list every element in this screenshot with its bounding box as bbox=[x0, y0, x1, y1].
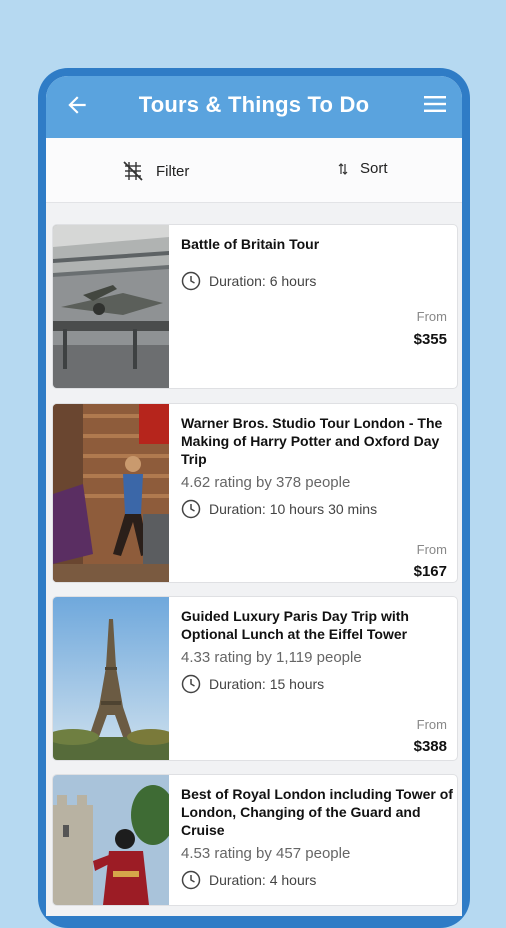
tour-card[interactable]: Warner Bros. Studio Tour London - The Ma… bbox=[52, 403, 458, 583]
price-from-label: From bbox=[416, 309, 447, 324]
tour-title: Best of Royal London including Tower of … bbox=[181, 786, 453, 838]
tour-thumbnail bbox=[53, 775, 169, 905]
price-from-label: From bbox=[416, 717, 447, 732]
price-from-label: From bbox=[416, 542, 447, 557]
tour-card-text: Best of Royal London including Tower of … bbox=[181, 785, 453, 890]
tour-title: Guided Luxury Paris Day Trip with Option… bbox=[181, 608, 409, 642]
tour-card-text: Warner Bros. Studio Tour London - The Ma… bbox=[181, 414, 453, 519]
tour-thumbnail bbox=[53, 404, 169, 582]
app-bar: Tours & Things To Do bbox=[46, 76, 462, 138]
page-title: Tours & Things To Do bbox=[138, 92, 370, 117]
tour-duration: Duration: 10 hours 30 mins bbox=[181, 499, 453, 519]
tour-title: Battle of Britain Tour bbox=[181, 236, 320, 252]
filter-icon bbox=[123, 161, 143, 181]
tour-duration-text: Duration: 15 hours bbox=[209, 676, 325, 692]
clock-icon bbox=[181, 674, 201, 694]
tour-thumbnail bbox=[53, 225, 169, 388]
tour-duration-text: Duration: 6 hours bbox=[209, 273, 317, 289]
sort-icon bbox=[338, 162, 348, 175]
tour-price: $388 bbox=[413, 738, 447, 755]
filter-label: Filter bbox=[156, 162, 190, 180]
tour-duration: Duration: 4 hours bbox=[181, 870, 453, 890]
tour-rating: 4.33 rating by 1,119 people bbox=[181, 649, 362, 666]
clock-icon bbox=[181, 271, 201, 291]
tour-duration-text: Duration: 10 hours 30 mins bbox=[209, 501, 378, 517]
sort-button[interactable]: Sort bbox=[338, 160, 388, 177]
tour-price: $167 bbox=[413, 563, 447, 580]
clock-icon bbox=[181, 870, 201, 890]
tour-card-text: Battle of Britain Tour Duration: 6 hours bbox=[181, 235, 453, 291]
tour-card[interactable]: Guided Luxury Paris Day Trip with Option… bbox=[52, 596, 458, 761]
menu-icon[interactable] bbox=[424, 95, 446, 113]
filter-sort-bar: Filter Sort bbox=[46, 138, 462, 203]
tour-rating: 4.62 rating by 378 people bbox=[181, 474, 351, 491]
tour-duration: Duration: 6 hours bbox=[181, 271, 453, 291]
tour-card-text: Guided Luxury Paris Day Trip with Option… bbox=[181, 607, 453, 694]
clock-icon bbox=[181, 499, 201, 519]
tour-thumbnail bbox=[53, 597, 169, 760]
tour-duration-text: Duration: 4 hours bbox=[209, 872, 317, 888]
filter-button[interactable]: Filter bbox=[122, 160, 189, 182]
app-screen: Tours & Things To Do Filter Sort Battle … bbox=[46, 76, 462, 916]
tour-title: Warner Bros. Studio Tour London - The Ma… bbox=[181, 415, 443, 467]
sort-label: Sort bbox=[360, 160, 388, 177]
tour-card[interactable]: Best of Royal London including Tower of … bbox=[52, 774, 458, 906]
tour-price: $355 bbox=[413, 331, 447, 348]
tour-duration: Duration: 15 hours bbox=[181, 674, 453, 694]
tour-rating: 4.53 rating by 457 people bbox=[181, 845, 351, 862]
tour-card[interactable]: Battle of Britain Tour Duration: 6 hours… bbox=[52, 224, 458, 389]
